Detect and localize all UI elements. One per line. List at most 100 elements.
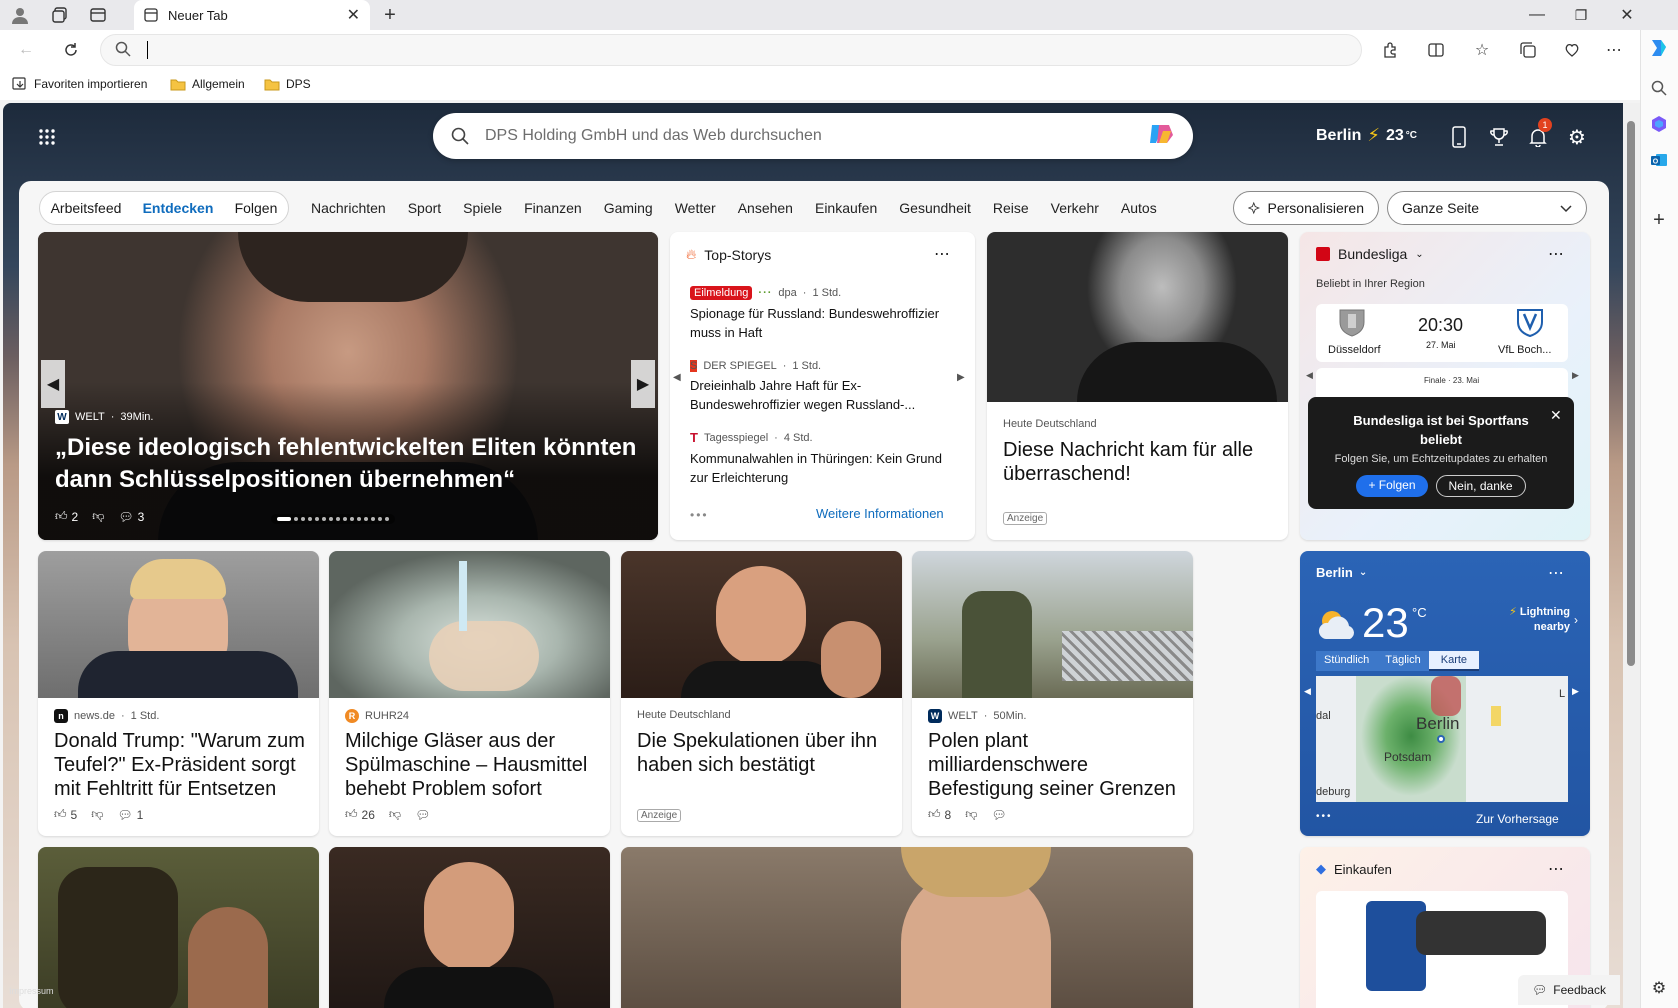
category-spiele[interactable]: Spiele <box>463 200 502 216</box>
news-card[interactable] <box>329 847 610 1008</box>
sponsored-card[interactable]: Heute Deutschland Diese Nachricht kam fü… <box>987 232 1288 540</box>
restore-icon[interactable]: ❐ <box>1567 1 1595 29</box>
sponsored-card[interactable]: Heute Deutschland Die Spekulationen über… <box>621 551 902 836</box>
comment-button[interactable]: 💬︎ <box>415 808 430 822</box>
chevron-right-icon[interactable]: › <box>1574 613 1578 627</box>
weather-card[interactable]: Berlin ⌄ ⋯ 23 °C ⚡ Lightning nearby › St… <box>1300 551 1590 836</box>
favorites-star-icon[interactable]: ☆ <box>1468 36 1496 64</box>
favorites-folder-dps[interactable]: DPS <box>264 77 311 91</box>
carousel-next-button[interactable]: ▶ <box>631 360 655 408</box>
copilot-search-icon[interactable] <box>1147 121 1175 152</box>
follow-button[interactable]: + Folgen <box>1356 475 1428 497</box>
m365-icon[interactable] <box>1645 110 1673 138</box>
like-button[interactable]: 👍︎ 8 <box>928 807 951 822</box>
weather-map[interactable]: Berlin Potsdam dal deburg L <box>1316 676 1568 802</box>
workspaces-icon[interactable] <box>46 1 74 29</box>
weather-pagination[interactable]: ••• <box>1316 811 1333 822</box>
page-settings-gear-icon[interactable]: ⚙ <box>1563 123 1591 151</box>
personalize-button[interactable]: Personalisieren <box>1233 191 1379 225</box>
close-tab-icon[interactable]: ✕ <box>347 5 360 25</box>
like-button[interactable]: 👍︎ 2 <box>55 509 78 524</box>
news-card[interactable]: n news.de · 1 Std. Donald Trump: "Warum z… <box>38 551 319 836</box>
top-story-1[interactable]: Eilmeldung ··· dpa · 1 Std. Spionage für … <box>690 286 955 342</box>
carousel-pagination[interactable] <box>271 514 395 524</box>
dislike-button[interactable]: 👎︎ <box>389 807 401 822</box>
tab-daily[interactable]: Täglich <box>1377 651 1429 671</box>
bundesliga-header[interactable]: Bundesliga ⌄ <box>1316 246 1424 262</box>
chevron-right-icon[interactable]: ▶ <box>1572 686 1579 697</box>
top-story-2[interactable]: S DER SPIEGEL · 1 Std. Dreieinhalb Jahre … <box>690 360 955 414</box>
back-icon[interactable]: ← <box>12 36 40 64</box>
comment-button[interactable]: 💬︎ <box>991 808 1006 822</box>
category-gaming[interactable]: Gaming <box>604 200 653 216</box>
news-card[interactable]: R RUHR24 Milchige Gläser aus der Spülmas… <box>329 551 610 836</box>
more-options-icon[interactable]: ⋯ <box>934 244 950 264</box>
close-popup-icon[interactable]: ✕ <box>1550 407 1562 424</box>
news-card[interactable] <box>621 847 1193 1008</box>
dislike-button[interactable]: 👎︎ <box>91 807 103 822</box>
extensions-icon[interactable] <box>1376 36 1404 64</box>
copilot-icon[interactable] <box>1645 34 1673 62</box>
tab-arbeitsfeed[interactable]: Arbeitsfeed <box>51 200 122 216</box>
tab-new-tab[interactable]: Neuer Tab ✕ <box>134 0 370 30</box>
more-options-icon[interactable]: ⋯ <box>1548 859 1564 879</box>
category-ansehen[interactable]: Ansehen <box>738 200 793 216</box>
forecast-link[interactable]: Zur Vorhersage <box>1476 812 1559 826</box>
category-sport[interactable]: Sport <box>408 200 441 216</box>
comment-button[interactable]: 💬︎ 1 <box>117 808 143 822</box>
more-menu-icon[interactable]: ⋯ <box>1600 36 1628 64</box>
match-card-2[interactable]: Finale · 23. Mai <box>1316 368 1568 398</box>
tab-map[interactable]: Karte <box>1428 651 1480 671</box>
chevron-right-icon[interactable]: ▶ <box>1572 370 1579 381</box>
favorites-import-item[interactable]: Favoriten importieren <box>12 77 147 91</box>
scrollbar-thumb[interactable] <box>1627 121 1635 666</box>
profile-icon[interactable] <box>6 1 34 29</box>
decline-button[interactable]: Nein, danke <box>1435 475 1526 497</box>
add-sidebar-app-icon[interactable]: + <box>1645 206 1673 234</box>
category-gesundheit[interactable]: Gesundheit <box>899 200 971 216</box>
more-options-icon[interactable]: ⋯ <box>1548 563 1564 583</box>
more-options-icon[interactable]: ⋯ <box>1548 244 1564 264</box>
refresh-icon[interactable] <box>57 36 85 64</box>
vertical-tabs-icon[interactable] <box>84 1 112 29</box>
close-window-icon[interactable]: ✕ <box>1613 1 1641 29</box>
category-wetter[interactable]: Wetter <box>675 200 716 216</box>
browser-essentials-icon[interactable] <box>1558 36 1586 64</box>
minimize-icon[interactable]: — <box>1523 1 1551 29</box>
category-autos[interactable]: Autos <box>1121 200 1157 216</box>
chevron-right-icon[interactable]: ▶ <box>957 372 965 383</box>
top-stories-pagination[interactable]: ••• <box>690 508 709 522</box>
tab-folgen[interactable]: Folgen <box>235 200 278 216</box>
top-story-3[interactable]: T Tagesspiegel · 4 Std. Kommunalwahlen in… <box>690 430 955 487</box>
dislike-button[interactable]: 👎︎ <box>965 807 977 822</box>
split-screen-icon[interactable] <box>1422 36 1450 64</box>
web-search-box[interactable]: DPS Holding GmbH und das Web durchsuchen <box>433 113 1193 159</box>
like-button[interactable]: 👍︎ 5 <box>54 807 77 822</box>
new-tab-plus-icon[interactable]: + <box>376 1 404 29</box>
category-reise[interactable]: Reise <box>993 200 1029 216</box>
chevron-left-icon[interactable]: ◀ <box>1304 686 1311 697</box>
category-nachrichten[interactable]: Nachrichten <box>311 200 386 216</box>
chevron-left-icon[interactable]: ◀ <box>1306 370 1313 381</box>
hero-card[interactable]: ◀ ▶ W WELT · 39Min. „Diese ideologisch fe… <box>38 232 658 540</box>
mobile-phone-icon[interactable] <box>1445 123 1473 151</box>
rewards-trophy-icon[interactable] <box>1485 123 1513 151</box>
comment-button[interactable]: 💬︎ 3 <box>118 510 144 524</box>
more-info-link[interactable]: Weitere Informationen <box>816 506 944 521</box>
feedback-button[interactable]: 💬︎ Feedback <box>1518 975 1620 1005</box>
page-scrollbar[interactable] <box>1623 103 1640 1008</box>
favorites-folder-allgemein[interactable]: Allgemein <box>170 77 245 91</box>
tab-hourly[interactable]: Stündlich <box>1316 651 1378 671</box>
weather-alert[interactable]: ⚡ Lightning nearby <box>1488 605 1570 635</box>
hero-title[interactable]: „Diese ideologisch fehlentwickelten Elit… <box>55 432 645 496</box>
dislike-button[interactable]: 👎︎ <box>92 509 104 524</box>
outlook-icon[interactable]: O <box>1645 146 1673 174</box>
carousel-prev-button[interactable]: ◀ <box>41 360 65 408</box>
address-bar[interactable] <box>100 34 1362 66</box>
imprint-link[interactable]: Impressum <box>9 986 54 996</box>
category-einkaufen[interactable]: Einkaufen <box>815 200 877 216</box>
weather-location[interactable]: Berlin ⌄ <box>1316 565 1367 580</box>
category-verkehr[interactable]: Verkehr <box>1051 200 1099 216</box>
header-weather[interactable]: Berlin ⚡ 23 °C <box>1316 125 1417 146</box>
search-sidebar-icon[interactable] <box>1645 74 1673 102</box>
